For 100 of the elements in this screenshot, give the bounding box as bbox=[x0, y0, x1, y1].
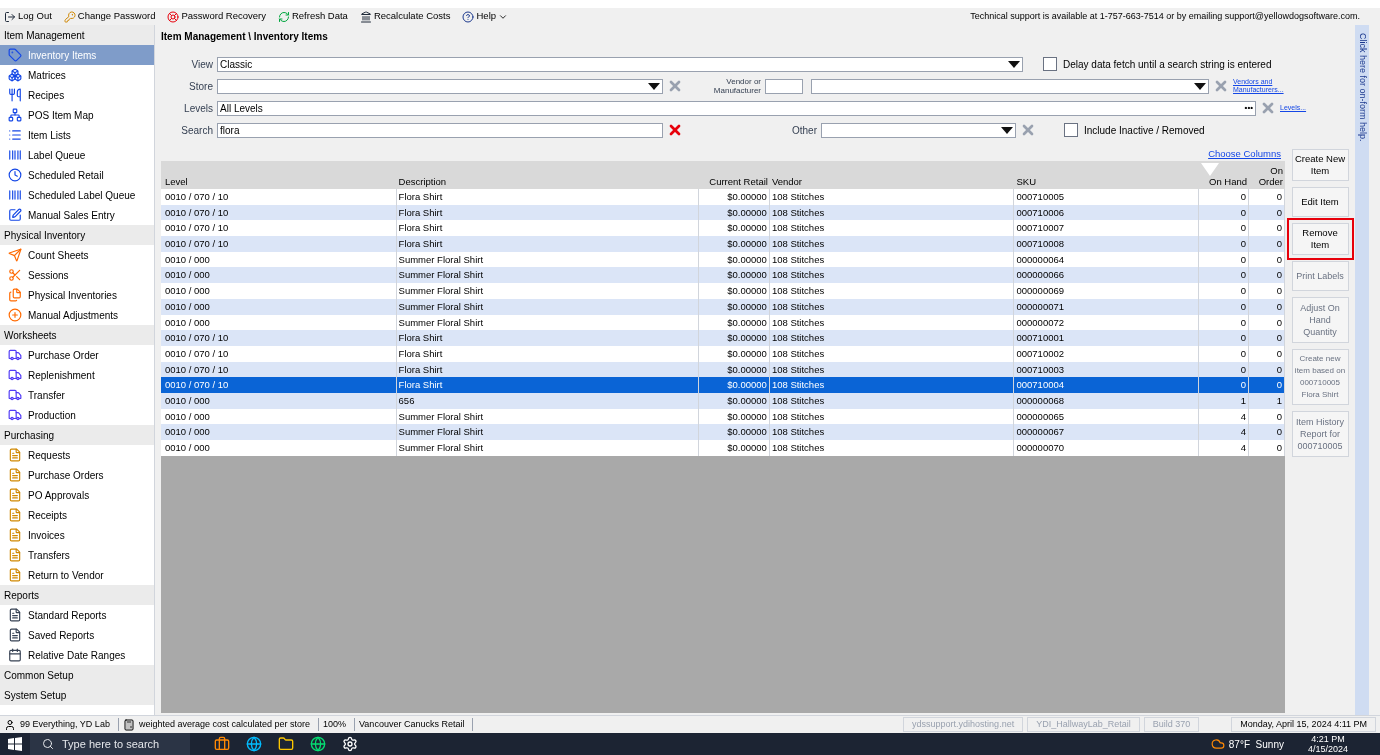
status-item: Build 370 bbox=[1143, 716, 1200, 733]
sidebar-section-header[interactable]: Reports bbox=[0, 585, 154, 605]
table-cell: 0010 / 070 / 10 bbox=[163, 330, 397, 346]
field-label: Vendor or bbox=[726, 77, 761, 86]
sidebar-item[interactable]: Scheduled Label Queue bbox=[0, 185, 154, 205]
nav-icon bbox=[8, 348, 22, 362]
sidebar-item[interactable]: Matrices bbox=[0, 65, 154, 85]
sidebar-item[interactable]: PO Approvals bbox=[0, 485, 154, 505]
search-field[interactable]: flora bbox=[217, 122, 663, 138]
table-row[interactable]: 0010 / 070 / 10 Flora Shirt $0.00000 108 Stitches 000710005 0 0 bbox=[161, 189, 1285, 205]
levels-field[interactable]: All Levels ••• bbox=[217, 100, 1256, 116]
help-tab[interactable]: Click here for on-form help. bbox=[1355, 25, 1369, 715]
sidebar-section-header[interactable]: Purchasing bbox=[0, 425, 154, 445]
sidebar-item[interactable]: Saved Reports bbox=[0, 625, 154, 645]
taskbar-app-icon[interactable] bbox=[278, 736, 294, 752]
taskbar-search-field[interactable]: Type here to search bbox=[30, 733, 190, 755]
start-icon[interactable] bbox=[8, 737, 22, 751]
vendor-dropdown[interactable] bbox=[811, 78, 1209, 94]
sidebar-item[interactable]: Invoices bbox=[0, 525, 154, 545]
table-row[interactable]: 0010 / 000 Summer Floral Shirt $0.00000 108 Stitches 000000066 0 0 bbox=[161, 267, 1285, 284]
clear-icon[interactable] bbox=[1213, 78, 1229, 94]
action-button[interactable]: Create New Item bbox=[1291, 149, 1349, 181]
column-header[interactable]: On Hand bbox=[1199, 163, 1250, 187]
sidebar-item[interactable]: Production bbox=[0, 405, 154, 425]
column-header[interactable]: Description bbox=[396, 176, 700, 187]
column-header[interactable]: On Order bbox=[1249, 165, 1285, 187]
table-row[interactable]: 0010 / 070 / 10 Flora Shirt $0.00000 108 Stitches 000710008 0 0 bbox=[161, 236, 1285, 252]
column-header[interactable]: Vendor bbox=[769, 176, 1015, 187]
store-dropdown[interactable] bbox=[217, 78, 663, 94]
sidebar-item[interactable]: Scheduled Retail bbox=[0, 165, 154, 185]
toolbar-button[interactable]: Change Password bbox=[63, 9, 156, 24]
clear-icon[interactable] bbox=[667, 122, 683, 138]
table-cell: 0 bbox=[1199, 377, 1250, 393]
column-header[interactable]: SKU bbox=[1014, 176, 1200, 187]
table-row[interactable]: 0010 / 000 Summer Floral Shirt $0.00000 108 Stitches 000000069 0 0 bbox=[161, 283, 1285, 299]
column-header[interactable]: Level bbox=[163, 176, 397, 187]
table-row[interactable]: 0010 / 000 Summer Floral Shirt $0.00000 108 Stitches 000000067 4 0 bbox=[161, 424, 1285, 440]
sidebar-section-header[interactable]: Common Setup bbox=[0, 665, 154, 685]
sidebar-item[interactable]: Purchase Order bbox=[0, 345, 154, 365]
table-row[interactable]: 0010 / 070 / 10 Flora Shirt $0.00000 108 Stitches 000710001 0 0 bbox=[161, 330, 1285, 346]
sidebar-item[interactable]: Item Lists bbox=[0, 125, 154, 145]
table-cell: 000000070 bbox=[1014, 440, 1200, 456]
table-cell: 108 Stitches bbox=[769, 298, 1015, 315]
sidebar-item[interactable]: Count Sheets bbox=[0, 245, 154, 265]
checkbox[interactable] bbox=[1064, 123, 1078, 137]
sidebar-section-header[interactable]: System Setup bbox=[0, 685, 154, 705]
sidebar-item[interactable]: Transfer bbox=[0, 385, 154, 405]
sidebar-section-header[interactable]: Item Management bbox=[0, 25, 154, 45]
clear-icon[interactable] bbox=[1260, 100, 1276, 116]
sidebar-item[interactable]: Requests bbox=[0, 445, 154, 465]
table-cell: 0010 / 000 bbox=[163, 392, 397, 409]
table-cell: 0 bbox=[1249, 377, 1285, 393]
choose-columns-link[interactable]: Choose Columns bbox=[1208, 147, 1281, 161]
other-dropdown[interactable] bbox=[821, 122, 1016, 138]
view-dropdown[interactable]: Classic bbox=[217, 56, 1023, 72]
table-row[interactable]: 0010 / 070 / 10 Flora Shirt $0.00000 108 Stitches 000710007 0 0 bbox=[161, 220, 1285, 237]
clear-icon[interactable] bbox=[667, 78, 683, 94]
action-button[interactable]: Remove Item bbox=[1291, 223, 1349, 255]
sidebar-item[interactable]: Manual Sales Entry bbox=[0, 205, 154, 225]
table-row[interactable]: 0010 / 000 Summer Floral Shirt $0.00000 108 Stitches 000000070 4 0 bbox=[161, 440, 1285, 456]
sidebar-item[interactable]: Transfers bbox=[0, 545, 154, 565]
sidebar-item[interactable]: Label Queue bbox=[0, 145, 154, 165]
sidebar-section-header[interactable]: Physical Inventory bbox=[0, 225, 154, 245]
sidebar-item[interactable]: Recipes bbox=[0, 85, 154, 105]
sidebar-item[interactable]: Manual Adjustments bbox=[0, 305, 154, 325]
table-cell: 0010 / 000 bbox=[163, 440, 397, 456]
sidebar-item[interactable]: Relative Date Ranges bbox=[0, 645, 154, 665]
toolbar-button[interactable]: Recalculate Costs bbox=[359, 9, 451, 24]
table-row[interactable]: 0010 / 070 / 10 Flora Shirt $0.00000 108 Stitches 000710004 0 0 bbox=[161, 377, 1285, 393]
table-cell: 0010 / 070 / 10 bbox=[163, 189, 397, 205]
sidebar-item[interactable]: Purchase Orders bbox=[0, 465, 154, 485]
toolbar-button[interactable]: Password Recovery bbox=[167, 9, 266, 24]
toolbar-button[interactable]: Help bbox=[462, 9, 509, 24]
action-button[interactable]: Edit Item bbox=[1291, 187, 1349, 217]
toolbar-button[interactable]: Refresh Data bbox=[277, 9, 348, 24]
nav-icon bbox=[8, 248, 22, 262]
vendor-code-field[interactable] bbox=[765, 78, 803, 94]
taskbar-app-icon[interactable] bbox=[246, 736, 262, 752]
nav-icon bbox=[8, 468, 22, 482]
sidebar-item[interactable]: Receipts bbox=[0, 505, 154, 525]
nav-icon bbox=[8, 448, 22, 462]
clear-icon[interactable] bbox=[1020, 122, 1036, 138]
taskbar-app-icon[interactable] bbox=[310, 736, 326, 752]
toolbar-button[interactable]: Log Out bbox=[4, 9, 52, 24]
taskbar-app-icon[interactable] bbox=[214, 736, 230, 752]
checkbox-label: Delay data fetch until a search string is entered bbox=[1063, 57, 1272, 72]
toolbar-icon bbox=[359, 10, 372, 23]
more-button[interactable]: ••• bbox=[1244, 102, 1253, 114]
sidebar-item[interactable]: Standard Reports bbox=[0, 605, 154, 625]
sidebar-item[interactable]: Sessions bbox=[0, 265, 154, 285]
sidebar-item[interactable]: POS Item Map bbox=[0, 105, 154, 125]
nav-icon bbox=[8, 168, 22, 182]
table-cell: $0.00000 bbox=[699, 236, 770, 252]
sidebar-item[interactable]: Physical Inventories bbox=[0, 285, 154, 305]
checkbox[interactable] bbox=[1043, 57, 1057, 71]
sidebar-section-header[interactable]: Worksheets bbox=[0, 325, 154, 345]
toolbar-icon bbox=[462, 10, 475, 23]
sidebar-item[interactable]: Return to Vendor bbox=[0, 565, 154, 585]
column-header[interactable]: Current Retail bbox=[699, 176, 770, 187]
sidebar-item[interactable]: Replenishment bbox=[0, 365, 154, 385]
